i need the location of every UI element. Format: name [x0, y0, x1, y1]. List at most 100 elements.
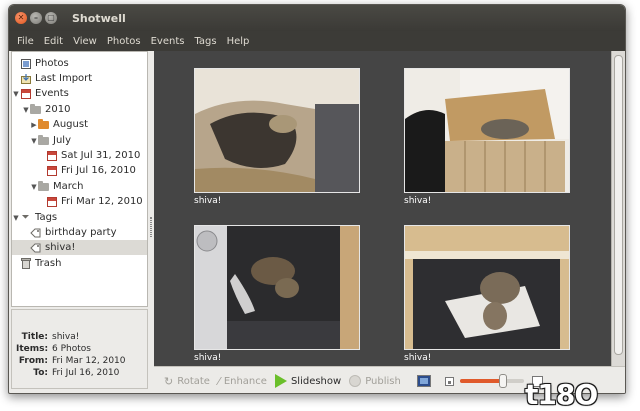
photo-caption: shiva!: [404, 353, 432, 363]
tags-icon: ⏷: [21, 212, 30, 223]
scrollbar-thumb[interactable]: [614, 55, 623, 355]
expander-down-icon[interactable]: ▼: [22, 106, 30, 114]
sidebar-item-event-jul-16[interactable]: Fri Jul 16, 2010: [12, 163, 147, 178]
info-label: From:: [18, 356, 48, 366]
enhance-button[interactable]: ⁄ Enhance: [218, 375, 267, 388]
publish-button[interactable]: Publish: [349, 375, 401, 387]
sidebar-item-2010[interactable]: ▼ 2010: [12, 102, 147, 117]
fullscreen-icon[interactable]: [416, 375, 431, 387]
menu-view[interactable]: View: [68, 36, 102, 47]
play-icon: [274, 374, 287, 388]
photo-thumbnail[interactable]: [404, 68, 570, 193]
sidebar-item-label: Photos: [35, 58, 69, 69]
close-window-button[interactable]: ✕: [15, 12, 27, 24]
sidebar-item-events[interactable]: ▼ Events: [12, 86, 147, 101]
sidebar-item-event-mar-12[interactable]: Fri Mar 12, 2010: [12, 194, 147, 209]
info-label: Title:: [21, 332, 48, 342]
folder-icon: [38, 118, 49, 130]
enhance-icon: ⁄: [217, 374, 220, 388]
info-from-row: From: Fri Mar 12, 2010: [16, 356, 126, 367]
sidebar-item-march[interactable]: ▼ March: [12, 179, 147, 194]
sidebar-item-august[interactable]: ▶ August: [12, 117, 147, 132]
sidebar-item-label: Fri Mar 12, 2010: [61, 196, 143, 207]
tag-icon: [30, 243, 41, 253]
info-label: Items:: [16, 344, 49, 354]
expander-right-icon[interactable]: ▶: [30, 121, 38, 129]
site-watermark: t18O: [525, 378, 598, 411]
slideshow-button[interactable]: Slideshow: [274, 374, 342, 388]
rotate-button[interactable]: ↻ Rotate: [164, 375, 210, 388]
event-icon: [46, 165, 57, 176]
menu-help[interactable]: Help: [222, 36, 255, 47]
menu-bar: File Edit View Photos Events Tags Help: [9, 31, 625, 51]
sidebar-item-label: Fri Jul 16, 2010: [61, 165, 136, 176]
photo-caption: shiva!: [194, 196, 222, 206]
publish-icon: [349, 375, 362, 387]
sidebar-item-label: August: [53, 119, 88, 130]
sidebar-item-last-import[interactable]: Last Import: [12, 71, 147, 86]
menu-photos[interactable]: Photos: [102, 36, 146, 47]
info-value: Fri Jul 16, 2010: [52, 368, 120, 378]
splitter-grip-icon[interactable]: [150, 217, 152, 237]
photo-caption: shiva!: [194, 353, 222, 363]
sidebar-item-tag-birthday-party[interactable]: birthday party: [12, 225, 147, 240]
zoom-out-icon[interactable]: [444, 376, 454, 386]
info-panel: Title: shiva! Items: 6 Photos From: Fri …: [11, 309, 148, 389]
sidebar-item-label: Tags: [35, 212, 58, 223]
tag-icon: [30, 228, 41, 238]
enhance-label: Enhance: [223, 375, 267, 387]
trash-icon: [20, 258, 31, 269]
info-items-row: Items: 6 Photos: [16, 344, 91, 355]
photos-icon: [20, 58, 31, 69]
expander-down-icon[interactable]: ▼: [12, 214, 20, 222]
expander-down-icon[interactable]: ▼: [30, 137, 38, 145]
events-icon: [20, 88, 31, 99]
sidebar-item-label: shiva!: [45, 242, 76, 253]
slideshow-label: Slideshow: [290, 375, 342, 387]
zoom-slider-fill: [459, 379, 504, 383]
event-icon: [46, 150, 57, 161]
rotate-icon: ↻: [164, 374, 174, 388]
folder-icon: [38, 180, 49, 192]
sidebar: Photos Last Import ▼ Events ▼ 2010 ▶ Aug…: [11, 51, 148, 307]
expander-down-icon[interactable]: ▼: [12, 90, 20, 98]
sidebar-item-trash[interactable]: Trash: [12, 256, 147, 271]
menu-file[interactable]: File: [12, 36, 39, 47]
menu-tags[interactable]: Tags: [189, 36, 221, 47]
sidebar-item-event-jul-31[interactable]: Sat Jul 31, 2010: [12, 148, 147, 163]
photo-caption: shiva!: [404, 196, 432, 206]
info-to-row: To: Fri Jul 16, 2010: [16, 368, 119, 379]
photo-thumbnail[interactable]: [404, 225, 570, 350]
photo-viewer: shiva! shiva! shiva! shiva!: [154, 51, 611, 366]
maximize-window-button[interactable]: ▢: [45, 12, 57, 24]
vertical-scrollbar[interactable]: [611, 51, 625, 366]
sidebar-item-label: 2010: [45, 104, 71, 115]
sidebar-item-photos[interactable]: Photos: [12, 56, 147, 71]
sidebar-item-tag-shiva[interactable]: shiva!: [12, 240, 147, 255]
title-bar: ✕ – ▢ Shotwell: [9, 5, 625, 31]
sidebar-item-label: Events: [35, 88, 69, 99]
folder-icon: [38, 134, 49, 146]
expander-down-icon[interactable]: ▼: [30, 183, 38, 191]
sidebar-item-label: July: [53, 135, 71, 146]
sidebar-item-label: birthday party: [45, 227, 117, 238]
folder-icon: [30, 103, 41, 115]
shotwell-window: ✕ – ▢ Shotwell File Edit View Photos Eve…: [8, 4, 626, 394]
info-label: To:: [33, 368, 48, 378]
sidebar-item-july[interactable]: ▼ July: [12, 133, 147, 148]
zoom-slider[interactable]: [459, 374, 524, 388]
sidebar-item-label: Sat Jul 31, 2010: [61, 150, 141, 161]
photo-thumbnail[interactable]: [194, 68, 360, 193]
event-icon: [46, 196, 57, 207]
close-icon: ✕: [17, 13, 25, 22]
photo-thumbnail[interactable]: [194, 225, 360, 350]
zoom-slider-handle[interactable]: [499, 374, 508, 388]
info-value: 6 Photos: [52, 344, 91, 354]
sidebar-item-label: Last Import: [35, 73, 93, 84]
menu-events[interactable]: Events: [146, 36, 190, 47]
window-title: Shotwell: [72, 11, 126, 25]
minimize-icon: –: [34, 13, 38, 22]
minimize-window-button[interactable]: –: [30, 12, 42, 24]
sidebar-item-tags[interactable]: ▼ ⏷ Tags: [12, 210, 147, 225]
menu-edit[interactable]: Edit: [39, 36, 68, 47]
